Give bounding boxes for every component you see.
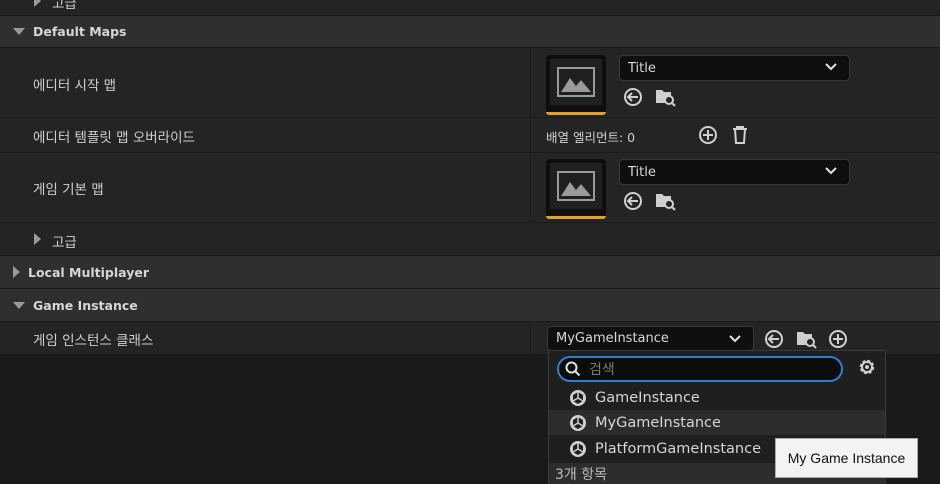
column-divider	[530, 118, 531, 152]
plus-circle-icon	[699, 126, 717, 144]
details-panel: 고급 Default Maps 에디터 시작 맵 Title 에디터 템플릿 맵…	[0, 0, 940, 484]
advanced-row-top[interactable]: 고급	[0, 0, 940, 15]
clear-elements-button[interactable]	[729, 124, 751, 146]
prop-editor-template-override: 에디터 템플릿 맵 오버라이드 배열 엘리먼트: 0	[0, 117, 940, 152]
prop-game-default-map: 게임 기본 맵 Title	[0, 152, 940, 222]
use-selected-button[interactable]	[763, 328, 785, 350]
option-label: MyGameInstance	[595, 414, 721, 431]
map-asset-icon	[557, 67, 595, 97]
advanced-label: 고급	[52, 235, 77, 251]
combo-value: Title	[628, 164, 656, 180]
gear-icon	[859, 359, 875, 375]
collapse-arrow-icon[interactable]	[13, 301, 25, 309]
prop-label: 게임 기본 맵	[33, 182, 104, 198]
section-default-maps[interactable]: Default Maps	[0, 15, 940, 47]
section-local-multiplayer[interactable]: Local Multiplayer	[0, 255, 940, 288]
column-divider	[530, 153, 531, 222]
option-label: PlatformGameInstance	[595, 440, 761, 457]
folder-search-icon	[797, 332, 817, 349]
map-thumbnail[interactable]	[546, 159, 606, 219]
map-asset-icon	[557, 171, 595, 201]
plus-circle-icon	[829, 330, 847, 348]
chevron-down-icon	[729, 335, 741, 343]
class-icon	[570, 440, 586, 457]
prop-label: 에디터 시작 맵	[33, 78, 117, 94]
list-item[interactable]: MyGameInstance	[549, 410, 885, 435]
prop-editor-startup-map: 에디터 시작 맵 Title	[0, 47, 940, 117]
combo-value: MyGameInstance	[556, 331, 669, 346]
section-title: Default Maps	[33, 24, 127, 39]
browse-button[interactable]	[654, 86, 676, 108]
class-icon	[570, 389, 586, 406]
browse-button[interactable]	[654, 190, 676, 212]
column-divider	[530, 48, 531, 117]
section-title: Local Multiplayer	[28, 264, 149, 280]
add-element-button[interactable]	[697, 124, 719, 146]
use-selected-button[interactable]	[622, 86, 644, 108]
option-label: GameInstance	[595, 389, 700, 406]
create-new-button[interactable]	[827, 328, 849, 350]
arrow-left-circle-icon	[624, 88, 642, 106]
expand-arrow-icon[interactable]	[13, 266, 20, 278]
settings-button[interactable]	[857, 357, 877, 381]
browse-button[interactable]	[795, 328, 817, 350]
array-count: 배열 엘리먼트: 0	[546, 130, 636, 145]
folder-search-icon	[656, 194, 676, 211]
asset-type-bar	[546, 216, 606, 219]
section-title: Game Instance	[33, 297, 138, 313]
collapse-arrow-icon[interactable]	[13, 28, 25, 35]
search-input[interactable]: 검색	[557, 356, 843, 382]
game-default-map-combo[interactable]: Title	[619, 159, 850, 185]
chevron-down-icon	[825, 167, 837, 175]
expand-arrow-icon[interactable]	[34, 0, 41, 7]
advanced-row[interactable]: 고급	[0, 222, 940, 255]
prop-label: 게임 인스턴스 클래스	[33, 333, 154, 349]
tooltip: My Game Instance	[775, 438, 918, 478]
trash-icon	[733, 126, 747, 144]
search-icon	[565, 361, 581, 377]
advanced-label: 고급	[52, 0, 77, 12]
class-icon	[570, 414, 586, 431]
map-thumbnail[interactable]	[546, 55, 606, 115]
game-instance-class-combo[interactable]: MyGameInstance	[547, 326, 754, 351]
chevron-down-icon	[825, 63, 837, 71]
column-divider	[530, 322, 531, 354]
arrow-left-circle-icon	[624, 192, 642, 210]
editor-startup-map-combo[interactable]: Title	[619, 55, 850, 81]
folder-search-icon	[656, 90, 676, 107]
section-game-instance[interactable]: Game Instance	[0, 288, 940, 321]
arrow-left-circle-icon	[765, 330, 783, 348]
list-item[interactable]: GameInstance	[549, 385, 885, 410]
expand-arrow-icon[interactable]	[34, 233, 41, 245]
search-placeholder: 검색	[589, 362, 615, 378]
prop-label: 에디터 템플릿 맵 오버라이드	[33, 130, 195, 146]
combo-value: Title	[628, 60, 656, 76]
use-selected-button[interactable]	[622, 190, 644, 212]
asset-type-bar	[546, 112, 606, 115]
